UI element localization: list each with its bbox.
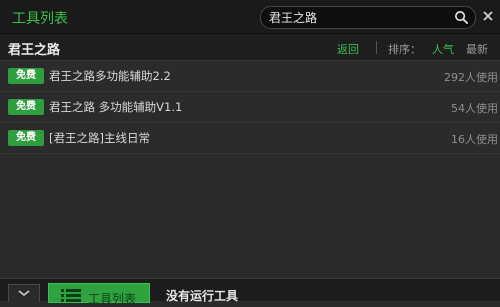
tool-list-button[interactable]: 工具列表 xyxy=(48,283,150,306)
usage-count: 54人使用 xyxy=(451,102,498,115)
sort-label: 排序： xyxy=(388,43,421,56)
close-icon[interactable] xyxy=(480,8,496,24)
tool-list-item[interactable]: 免费 君王之路 多功能辅助V1.1 54人使用 xyxy=(0,92,500,123)
bottom-bar: 工具列表 没有运行工具 xyxy=(0,278,500,306)
search-input[interactable] xyxy=(269,9,449,26)
free-badge: 免费 xyxy=(8,99,44,115)
free-badge: 免费 xyxy=(8,68,44,84)
sort-newest-option[interactable]: 最新 xyxy=(466,41,488,57)
app-title: 工具列表 xyxy=(12,11,68,27)
tool-list-button-label: 工具列表 xyxy=(88,292,137,306)
tool-name: [君王之路]主线日常 xyxy=(49,131,150,145)
sort-popular-option[interactable]: 人气 xyxy=(432,41,454,57)
free-badge: 免费 xyxy=(8,130,44,146)
collapse-button[interactable] xyxy=(8,284,40,302)
tool-name: 君王之路 多功能辅助V1.1 xyxy=(49,100,183,114)
status-text: 没有运行工具 xyxy=(166,289,239,303)
usage-count: 16人使用 xyxy=(451,133,498,146)
results-header: 君王之路 返回 排序： 人气 最新 xyxy=(0,34,500,61)
page-title: 君王之路 xyxy=(8,43,61,58)
tool-list-item[interactable]: 免费 [君王之路]主线日常 16人使用 xyxy=(0,123,500,154)
title-bar: 工具列表 xyxy=(0,0,500,34)
search-box[interactable] xyxy=(260,6,476,29)
back-link[interactable]: 返回 xyxy=(337,41,359,57)
tool-list: 免费 君王之路多功能辅助2.2 292人使用 免费 君王之路 多功能辅助V1.1… xyxy=(0,61,500,154)
list-icon xyxy=(61,289,81,302)
chevron-down-icon xyxy=(18,290,30,297)
tool-name: 君王之路多功能辅助2.2 xyxy=(49,69,171,83)
tool-list-item[interactable]: 免费 君王之路多功能辅助2.2 292人使用 xyxy=(0,61,500,92)
usage-count: 292人使用 xyxy=(444,71,498,84)
search-icon[interactable] xyxy=(454,10,469,25)
divider xyxy=(376,41,377,54)
